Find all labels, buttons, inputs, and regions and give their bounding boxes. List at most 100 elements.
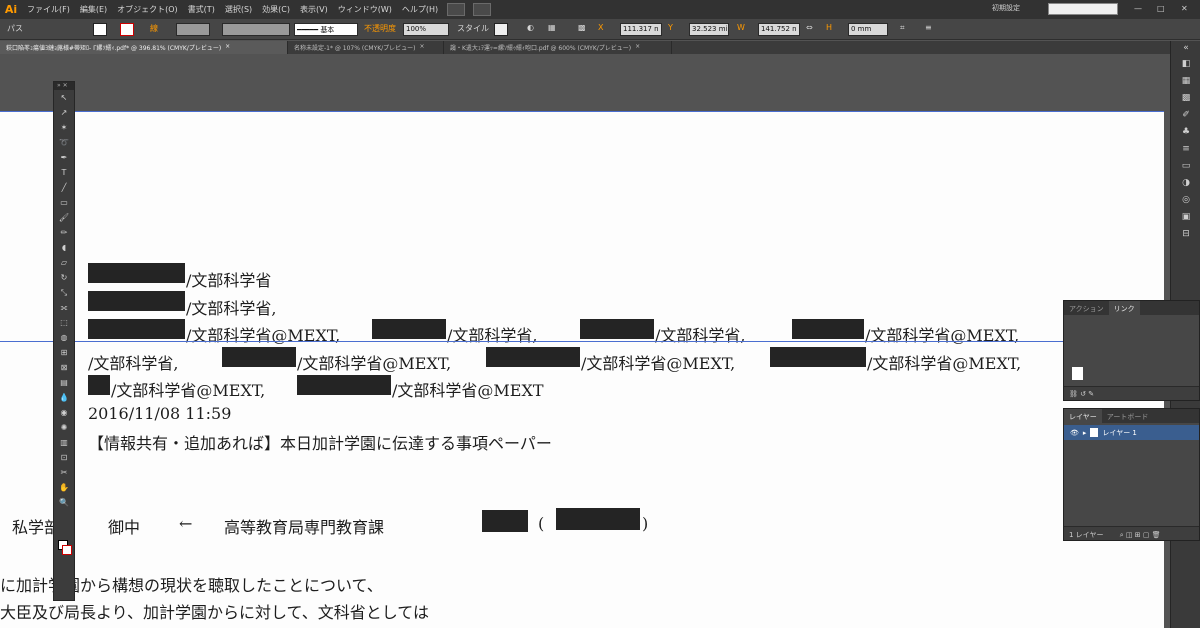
visibility-eye-icon[interactable]: 👁 — [1070, 429, 1079, 437]
free-transform-tool-icon[interactable]: ⬚ — [54, 315, 74, 330]
tab-actions[interactable]: アクション — [1064, 301, 1109, 315]
mesh-tool-icon[interactable]: ⊠ — [54, 360, 74, 375]
graphic-style-swatch[interactable] — [494, 23, 508, 36]
expand-triangle-icon[interactable]: ▸ — [1083, 429, 1087, 437]
menu-help[interactable]: ヘルプ(H) — [397, 4, 443, 15]
tools-panel-header[interactable]: » ✕ — [54, 82, 74, 90]
graphic-styles-panel-icon[interactable]: ▣ — [1171, 208, 1200, 225]
width-field[interactable]: 141.752 n — [758, 23, 800, 36]
doc-text[interactable]: /文部科学省@MEXT, — [186, 322, 340, 346]
width-tool-icon[interactable]: ⟗ — [54, 300, 74, 315]
color-panel-icon[interactable]: ◧ — [1171, 55, 1200, 72]
x-position-field[interactable]: 111.317 n — [620, 23, 662, 36]
minimize-icon[interactable]: — — [1134, 4, 1142, 13]
variable-width-profile-select[interactable] — [222, 23, 290, 36]
artboard[interactable]: /文部科学省 /文部科学省, /文部科学省@MEXT, /文部科学省, /文部科… — [0, 111, 1164, 628]
scale-tool-icon[interactable]: ⤡ — [54, 285, 74, 300]
swatches-panel-icon[interactable]: ▩ — [1171, 89, 1200, 106]
align-to-icon[interactable]: ▦ — [548, 23, 556, 32]
align-panel-icon[interactable]: ⊟ — [1171, 225, 1200, 242]
doc-text[interactable]: /文部科学省, — [655, 322, 745, 346]
eraser-tool-icon[interactable]: ▱ — [54, 255, 74, 270]
workspace-switcher[interactable]: 初期設定 — [992, 3, 1020, 13]
recolor-icon[interactable]: ◐ — [527, 23, 534, 32]
doc-text[interactable]: /文部科学省, — [186, 295, 276, 319]
stroke-panel-icon[interactable]: ≡ — [1171, 140, 1200, 157]
shape-builder-tool-icon[interactable]: ◍ — [54, 330, 74, 345]
constrain-proportions-icon[interactable]: ⇔ — [806, 23, 813, 32]
stroke-swatch[interactable] — [120, 23, 134, 36]
slice-tool-icon[interactable]: ✂ — [54, 465, 74, 480]
doc-subject[interactable]: 【情報共有・追加あれば】本日加計学園に伝達する事項ペーパー — [88, 430, 552, 454]
new-sublayer-icon[interactable]: ⊞ — [1135, 531, 1141, 539]
dock-collapse-icon[interactable]: « — [1171, 41, 1200, 55]
redaction-block[interactable] — [88, 375, 110, 395]
doc-text[interactable]: /文部科学省@MEXT, — [581, 350, 735, 374]
tab-links[interactable]: リンク — [1108, 301, 1140, 315]
tab-document-3[interactable]: 讒・K遣大ｭｦ運ｯ=縲ｿ繧ｩ繧ｨ咆口.pdf @ 600% (CMYK/プレビュ… — [444, 41, 672, 54]
doc-text[interactable]: /文部科学省, — [88, 350, 178, 374]
menu-window[interactable]: ウィンドウ(W) — [333, 4, 397, 15]
tab-document-1[interactable]: 萩口陥苳ｭ瘍値ﾖ縺ｮ蕗様#蒂矩ﾛ- Γ縲ｿ繧ｨ.pdf* @ 396.81% (… — [0, 41, 288, 54]
layer-row[interactable]: 👁 ▸ レイヤー 1 — [1064, 425, 1199, 440]
link-thumbnail[interactable] — [1072, 367, 1083, 380]
doc-date[interactable]: 2016/11/08 11:59 — [88, 404, 231, 423]
doc-text[interactable]: ) — [642, 514, 648, 533]
relink-icon[interactable]: ⛓ — [1069, 390, 1078, 398]
color-guide-icon[interactable]: ▦ — [1171, 72, 1200, 89]
artboard-tool-icon[interactable]: ⊡ — [54, 450, 74, 465]
height-field[interactable]: 0 mm — [848, 23, 888, 36]
arrange-documents-icon[interactable] — [473, 3, 492, 16]
redaction-block[interactable] — [482, 510, 528, 532]
redaction-block[interactable] — [372, 319, 446, 339]
selected-path-guide[interactable] — [0, 341, 1164, 342]
help-search-input[interactable] — [1048, 3, 1118, 15]
transform-icon[interactable]: ⌗ — [900, 23, 905, 33]
reference-point-icon[interactable]: ▩ — [578, 23, 586, 32]
bridge-icon[interactable] — [447, 3, 466, 16]
doc-text[interactable]: 御中 — [108, 514, 140, 538]
menu-file[interactable]: ファイル(F) — [22, 4, 75, 15]
menu-object[interactable]: オブジェクト(O) — [112, 4, 183, 15]
menu-effect[interactable]: 効果(C) — [257, 4, 295, 15]
redaction-block[interactable] — [88, 319, 185, 339]
symbols-panel-icon[interactable]: ♣ — [1171, 123, 1200, 140]
lasso-tool-icon[interactable]: ➰ — [54, 135, 74, 150]
redaction-block[interactable] — [580, 319, 654, 339]
make-clipping-mask-icon[interactable]: ◫ — [1126, 531, 1133, 539]
blend-tool-icon[interactable]: ◉ — [54, 405, 74, 420]
column-graph-tool-icon[interactable]: ▥ — [54, 435, 74, 450]
paintbrush-tool-icon[interactable]: 🖌 — [54, 210, 74, 225]
maximize-icon[interactable]: □ — [1157, 4, 1165, 13]
gradient-panel-icon[interactable]: ▭ — [1171, 157, 1200, 174]
doc-text[interactable]: /文部科学省@MEXT, — [865, 322, 1019, 346]
doc-text[interactable]: /文部科学省@MEXT, — [867, 350, 1021, 374]
tab-document-1-close-icon[interactable]: × — [225, 43, 230, 52]
stroke-label[interactable]: 線 — [150, 23, 158, 34]
type-tool-icon[interactable]: T — [54, 165, 74, 180]
y-position-field[interactable]: 32.523 mi — [689, 23, 729, 36]
doc-text[interactable]: /文部科学省@MEXT, — [111, 377, 265, 401]
menu-select[interactable]: 選択(S) — [220, 4, 257, 15]
redaction-block[interactable] — [88, 291, 185, 311]
transparency-panel-icon[interactable]: ◑ — [1171, 174, 1200, 191]
gradient-tool-icon[interactable]: ▤ — [54, 375, 74, 390]
symbol-sprayer-tool-icon[interactable]: ✺ — [54, 420, 74, 435]
brush-definition-select[interactable]: ━━━━━ 基本 — [294, 23, 358, 36]
update-link-icon[interactable]: ↺ — [1080, 390, 1086, 398]
redaction-block[interactable] — [556, 508, 640, 530]
hand-tool-icon[interactable]: ✋ — [54, 480, 74, 495]
stroke-color-swatch[interactable] — [62, 545, 72, 555]
tab-document-2[interactable]: 名称未設定-1* @ 107% (CMYK/プレビュー) × — [288, 41, 444, 54]
doc-text[interactable]: /文部科学省 — [186, 267, 271, 291]
redaction-block[interactable] — [792, 319, 864, 339]
appearance-panel-icon[interactable]: ◎ — [1171, 191, 1200, 208]
pen-tool-icon[interactable]: ✒ — [54, 150, 74, 165]
doc-text[interactable]: ( — [538, 514, 544, 533]
edit-original-icon[interactable]: ✎ — [1088, 390, 1094, 398]
redaction-block[interactable] — [486, 347, 580, 367]
panel-menu-icon[interactable]: ≡ — [925, 23, 932, 32]
brushes-panel-icon[interactable]: ✐ — [1171, 106, 1200, 123]
zoom-tool-icon[interactable]: 🔍 — [54, 495, 74, 510]
fill-swatch[interactable] — [93, 23, 107, 36]
